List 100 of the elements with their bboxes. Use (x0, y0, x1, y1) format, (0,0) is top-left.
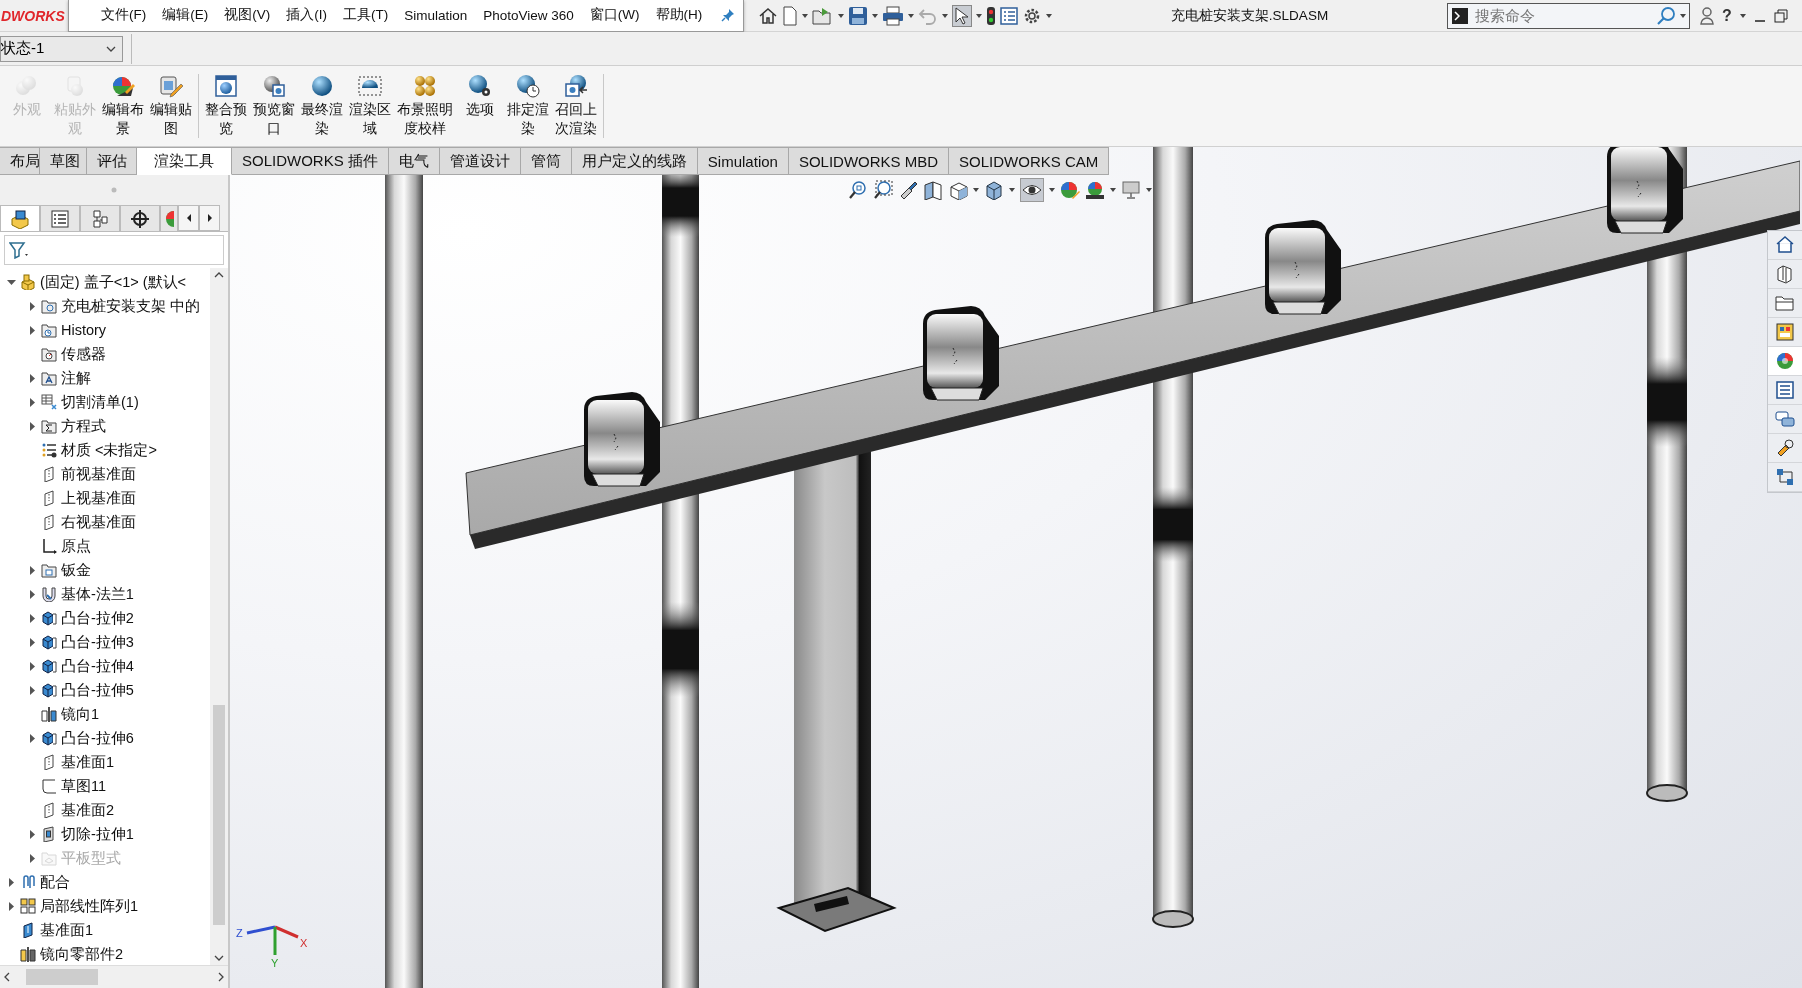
menu-item[interactable]: 帮助(H) (647, 3, 711, 27)
filter-field[interactable] (4, 235, 224, 265)
expand-arrow-icon[interactable] (6, 877, 16, 887)
restore-icon[interactable] (1773, 8, 1788, 23)
tab-scroll-button[interactable] (199, 205, 220, 231)
collapse-arrow-icon[interactable] (6, 277, 16, 287)
home-icon[interactable] (758, 5, 778, 26)
ribbon-button[interactable]: 预览窗口 (253, 74, 295, 138)
save-icon[interactable] (848, 5, 868, 26)
help-button[interactable]: ? (1722, 6, 1732, 25)
caret-icon[interactable] (838, 13, 844, 18)
display-style-icon[interactable] (984, 180, 1004, 200)
scroll-thumb[interactable] (213, 705, 225, 925)
ribbon-button[interactable]: 编辑贴图 (150, 74, 192, 138)
pin-icon[interactable] (721, 8, 735, 22)
pointer-icon[interactable] (954, 6, 970, 25)
scroll-down-icon[interactable] (214, 955, 224, 961)
task-pane-tab[interactable] (1768, 347, 1802, 376)
ribbon-button[interactable]: 整合预览 (205, 74, 247, 138)
tree-item[interactable]: 基准面2 (61, 800, 115, 820)
tree-item[interactable]: (固定) 盖子<1> (默认< (40, 272, 186, 292)
caret-icon[interactable] (1046, 13, 1052, 18)
tree-item[interactable]: 充电桩安装支架 中的 (61, 296, 201, 316)
tree-item[interactable]: 镜向零部件2 (40, 944, 124, 964)
tree-item[interactable]: 凸台-拉伸6 (61, 728, 134, 748)
expand-arrow-icon[interactable] (27, 301, 37, 311)
tree-item[interactable]: 切割清单(1) (61, 392, 139, 412)
ribbon-button[interactable]: 渲染区域 (349, 74, 391, 138)
tree-item[interactable]: 基准面1 (61, 752, 115, 772)
print-icon[interactable] (882, 5, 904, 26)
tree-item[interactable]: 凸台-拉伸4 (61, 656, 134, 676)
tree-item[interactable]: 草图11 (61, 776, 107, 796)
monitor-icon[interactable] (1121, 180, 1141, 200)
menu-item[interactable]: 视图(V) (216, 3, 279, 27)
section-view-icon[interactable] (923, 180, 943, 200)
command-tab[interactable]: 渲染工具 (137, 147, 232, 175)
search-icon[interactable] (1656, 5, 1676, 26)
command-tab[interactable]: 评估 (87, 147, 137, 175)
caret-icon[interactable] (1110, 188, 1116, 192)
caret-icon[interactable] (1009, 188, 1015, 192)
menu-item[interactable]: 工具(T) (335, 3, 397, 27)
tree-item[interactable]: 原点 (61, 536, 91, 556)
tree-item[interactable]: 凸台-拉伸2 (61, 608, 134, 628)
zoom-fit-icon[interactable] (848, 180, 868, 200)
menu-item[interactable]: 编辑(E) (154, 3, 217, 27)
expand-arrow-icon[interactable] (27, 661, 37, 671)
expand-arrow-icon[interactable] (27, 637, 37, 647)
vertical-scrollbar[interactable] (210, 268, 228, 965)
caret-icon[interactable] (1146, 188, 1152, 192)
tree-item[interactable]: 前视基准面 (61, 464, 136, 484)
menu-item[interactable]: 插入(I) (278, 3, 335, 27)
list-icon[interactable] (1000, 5, 1018, 26)
expand-arrow-icon[interactable] (27, 373, 37, 383)
command-tab[interactable]: Simulation (697, 147, 789, 175)
caret-icon[interactable] (1049, 188, 1055, 192)
expand-arrow-icon[interactable] (27, 733, 37, 743)
tree-item[interactable]: 基体-法兰1 (61, 584, 134, 604)
command-tab[interactable]: SOLIDWORKS MBD (788, 147, 950, 175)
scroll-up-icon[interactable] (214, 272, 224, 278)
ribbon-button[interactable]: 召回上次渲染 (555, 74, 597, 138)
tree-item[interactable]: 镜向1 (61, 704, 100, 724)
command-tab[interactable]: SOLIDWORKS CAM (949, 147, 1110, 175)
command-tab[interactable]: 管道设计 (439, 147, 521, 175)
ribbon-button[interactable]: 选项 (459, 74, 501, 138)
caret-icon[interactable] (973, 188, 979, 192)
scroll-left-icon[interactable] (4, 972, 10, 982)
tree-item[interactable]: 基准面1 (40, 920, 94, 940)
tree-item[interactable]: 方程式 (61, 416, 106, 436)
command-tab[interactable]: 草图 (40, 147, 87, 175)
caret-icon[interactable] (1680, 13, 1686, 18)
caret-icon[interactable] (1739, 13, 1746, 18)
ribbon-button[interactable]: 布景照明度校样 (397, 74, 453, 138)
tree-item[interactable]: 钣金 (61, 560, 91, 580)
tree-item[interactable]: 传感器 (61, 344, 106, 364)
caret-icon[interactable] (872, 13, 878, 18)
search-bar[interactable]: 搜索命令 (1447, 2, 1690, 29)
command-tab[interactable]: 用户定义的线路 (571, 147, 698, 175)
command-tab[interactable]: 电气 (388, 147, 440, 175)
tree-item[interactable]: 配合 (40, 872, 70, 892)
tree-item[interactable]: 注解 (61, 368, 91, 388)
tree-item[interactable]: 局部线性阵列1 (40, 896, 139, 916)
scroll-thumb[interactable] (26, 969, 98, 985)
panel-tab[interactable] (120, 205, 160, 231)
expand-arrow-icon[interactable] (27, 613, 37, 623)
expand-arrow-icon[interactable] (27, 565, 37, 575)
panel-tab[interactable] (40, 205, 80, 231)
menu-item[interactable]: PhotoView 360 (475, 4, 582, 26)
expand-arrow-icon[interactable] (27, 325, 37, 335)
tree-item[interactable]: 右视基准面 (61, 512, 136, 532)
caret-icon[interactable] (976, 13, 982, 18)
expand-arrow-icon[interactable] (27, 589, 37, 599)
expand-arrow-icon[interactable] (27, 421, 37, 431)
zoom-area-icon[interactable] (873, 180, 893, 200)
configuration-dropdown[interactable]: 状态-1 (0, 35, 123, 62)
menu-item[interactable]: 窗口(W) (581, 3, 648, 27)
caret-icon[interactable] (942, 13, 948, 18)
scroll-right-icon[interactable] (218, 972, 224, 982)
tab-scroll-button[interactable] (178, 205, 199, 231)
command-tab[interactable]: 管筒 (520, 147, 572, 175)
expand-arrow-icon[interactable] (27, 829, 37, 839)
